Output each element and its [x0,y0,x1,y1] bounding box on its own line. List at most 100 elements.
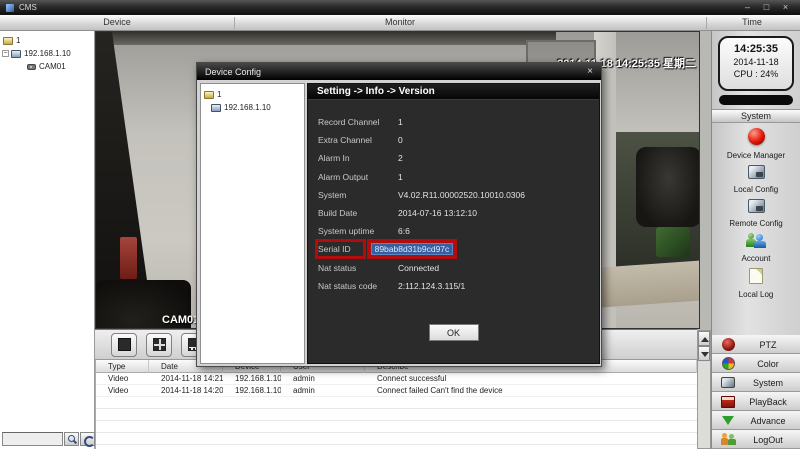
playback-icon [721,396,735,408]
local-config-icon [748,165,765,179]
single-view-icon [118,338,131,351]
search-input[interactable] [2,432,63,446]
local-config-button[interactable]: Local Config [712,165,800,194]
dialog-device-tree: 1 192.168.1.10 [200,83,305,364]
time-pane-header: Time [742,17,762,27]
advance-button[interactable]: Advance [712,411,800,430]
system-button[interactable]: System [712,373,800,392]
device-icon [211,104,221,112]
system-icon [721,377,735,388]
device-manager-button[interactable]: Device Manager [712,128,800,160]
local-log-icon [749,268,763,284]
video-scene-shape [96,32,556,45]
log-table: Type Date Device User Describe Video 201… [95,360,697,449]
tree-node-root[interactable]: 1 [0,34,94,47]
field-alarm-output: Alarm Output 1 [308,168,599,186]
collapse-icon[interactable]: − [2,50,9,57]
playback-button[interactable]: PlayBack [712,392,800,411]
quad-view-icon [153,338,166,351]
minimize-button[interactable]: – [741,2,754,13]
dialog-breadcrumb: Setting -> Info -> Version [308,84,599,100]
maximize-button[interactable]: □ [760,2,773,13]
field-system-uptime: System uptime 6:6 [308,222,599,240]
close-button[interactable]: × [779,2,792,13]
device-manager-icon [748,128,765,145]
window-title: CMS [19,3,37,12]
logout-button[interactable]: LogOut [712,430,800,449]
scroll-up-icon[interactable] [698,331,710,346]
account-icon [746,233,766,248]
device-group-icon [3,37,13,45]
field-alarm-in: Alarm In 2 [308,149,599,167]
video-osd-camera-name: CAM01 [162,314,199,326]
field-serial-id: Serial ID 89bab8d31b9cd97c [308,240,599,258]
local-log-button[interactable]: Local Log [712,268,800,299]
cpu-usage: CPU : 24% [720,69,792,79]
field-nat-status: Nat status Connected [308,259,599,277]
search-icon[interactable] [64,432,79,446]
clock-date: 2014-11-18 [720,57,792,67]
advance-icon [722,416,734,425]
header-divider [706,17,707,29]
device-config-dialog: Device Config × 1 192.168.1.10 Setting -… [196,62,602,367]
log-row[interactable]: Video 2014-11-18 14:21:20 192.168.1.10 a… [96,373,697,385]
ptz-icon [722,338,735,351]
video-scene-shape [601,261,700,308]
remote-config-icon [748,199,765,213]
video-scene-shape [120,237,137,279]
section-header-bar: Device Monitor Time [0,15,800,31]
tree-node-device[interactable]: − 192.168.1.10 [0,47,94,60]
serial-id-annotation-box: Serial ID [318,242,363,256]
color-button[interactable]: Color [712,354,800,373]
logout-icon [721,433,735,446]
dialog-tree-root[interactable]: 1 [201,87,304,100]
ok-button[interactable]: OK [429,324,479,341]
field-extra-channel: Extra Channel 0 [308,131,599,149]
dialog-tree-device[interactable]: 192.168.1.10 [201,100,304,113]
tree-search-bar [2,432,95,446]
serial-id-value-selected[interactable]: 89bab8d31b9cd97c [371,243,454,255]
account-button[interactable]: Account [712,233,800,263]
log-row[interactable]: Video 2014-11-18 14:20:33 192.168.1.10 a… [96,385,697,397]
clock-panel: 14:25:35 2014-11-18 CPU : 24% [718,36,794,91]
dialog-content: Setting -> Info -> Version Record Channe… [307,83,600,364]
log-row-empty [96,409,697,421]
quad-view-button[interactable] [146,333,172,357]
field-system-version: System V4.02.R11.00002520.10010.0306 [308,186,599,204]
header-divider [234,17,235,29]
remote-config-button[interactable]: Remote Config [712,199,800,228]
log-scrollbar[interactable] [697,330,711,449]
device-icon [11,50,21,58]
tree-node-camera[interactable]: CAM01 [0,60,94,73]
dialog-title: Device Config [205,67,261,77]
status-bar-pill [719,95,793,105]
video-scene-shape [636,147,700,227]
dialog-titlebar: Device Config × [197,63,601,80]
field-nat-status-code: Nat status code 2:112.124.3.115/1 [308,277,599,295]
device-group-icon [204,91,214,99]
single-view-button[interactable] [111,333,137,357]
clock-time: 14:25:35 [720,43,792,55]
log-row-empty [96,397,697,409]
field-record-channel: Record Channel 1 [308,113,599,131]
log-row-empty [96,433,697,445]
refresh-icon[interactable] [80,432,95,446]
device-pane-header: Device [103,17,131,27]
color-icon [722,357,735,370]
system-section-header: System [712,109,800,123]
window-titlebar: CMS – □ × [0,0,800,15]
version-info-fields: Record Channel 1 Extra Channel 0 Alarm I… [308,100,599,295]
app-icon [6,4,14,12]
col-type: Type [96,360,149,373]
monitor-pane-header: Monitor [385,17,415,27]
camera-icon [27,64,36,70]
dialog-close-icon[interactable]: × [587,66,601,77]
video-scene-shape [656,227,690,257]
ptz-button[interactable]: PTZ [712,335,800,354]
field-build-date: Build Date 2014-07-16 13:12:10 [308,204,599,222]
device-tree-panel: 1 − 192.168.1.10 CAM01 [0,31,95,449]
log-row-empty [96,421,697,433]
sidebar-menu: PTZ Color System PlayBack Advance LogOut [712,335,800,449]
scroll-down-icon[interactable] [698,346,710,361]
right-sidebar: 14:25:35 2014-11-18 CPU : 24% System Dev… [711,31,800,449]
